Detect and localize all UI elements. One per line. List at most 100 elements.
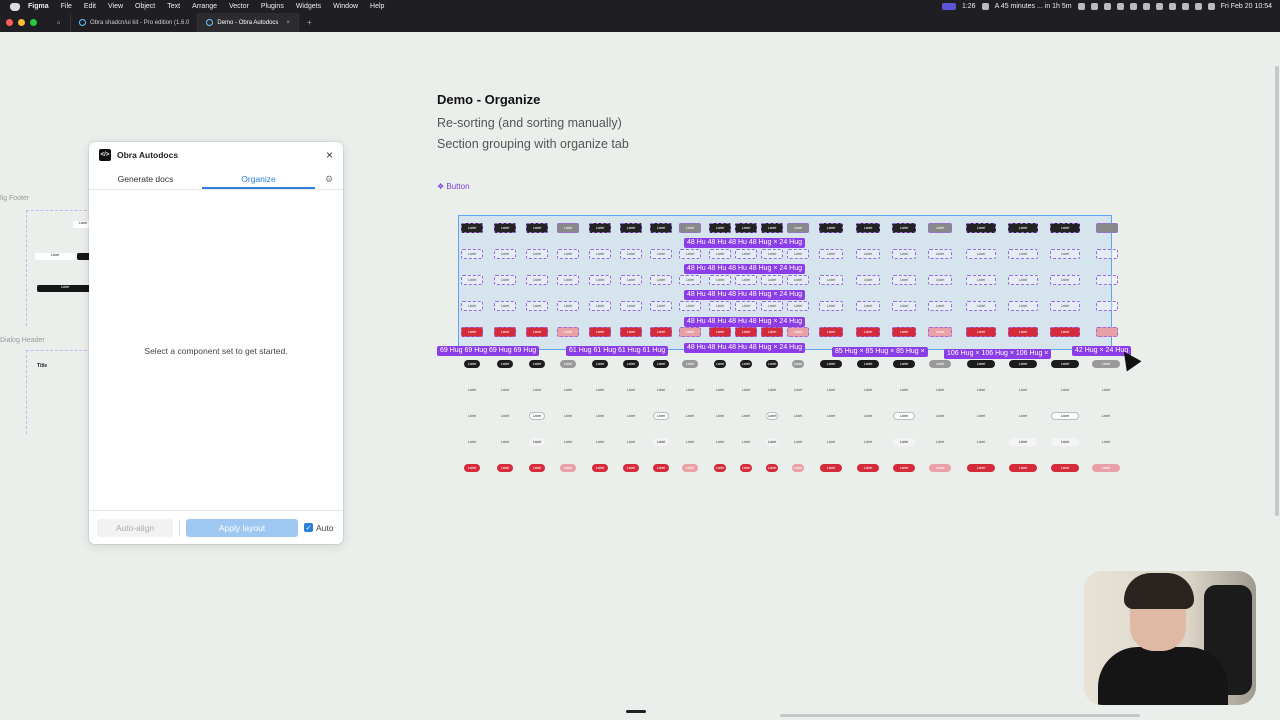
menu-help[interactable]: Help	[370, 3, 384, 10]
button-variant[interactable]: Label	[792, 464, 804, 472]
button-variant[interactable]: Label	[893, 360, 915, 368]
variant-cell[interactable]: Label	[679, 249, 701, 259]
button-variant[interactable]: Label	[592, 360, 608, 368]
button-variant[interactable]: Label	[820, 412, 842, 420]
button-variant[interactable]: Label	[766, 464, 778, 472]
variant-cell[interactable]: Label	[461, 249, 483, 259]
maximize-window-icon[interactable]	[30, 19, 37, 26]
button-variant[interactable]: Label	[1051, 360, 1079, 368]
cloud-icon[interactable]	[1142, 3, 1150, 10]
variant-cell[interactable]: Label	[461, 327, 483, 337]
button-variant[interactable]: Label	[682, 412, 698, 420]
button-variant[interactable]: Label	[1009, 412, 1037, 420]
variant-cell[interactable]: Label	[928, 275, 952, 285]
variant-cell[interactable]: Label	[1008, 301, 1038, 311]
variant-cell[interactable]: Label	[928, 249, 952, 259]
button-variant[interactable]: Label	[1051, 464, 1079, 472]
menu-plugins[interactable]: Plugins	[261, 3, 284, 10]
tab-generate-docs[interactable]: Generate docs	[89, 168, 202, 189]
variant-cell[interactable]: Label	[589, 327, 611, 337]
gear-icon[interactable]: ⚙	[315, 168, 343, 189]
variant-cell[interactable]: Label	[735, 223, 757, 233]
variant-cell[interactable]: Label	[892, 223, 916, 233]
button-variant[interactable]: Label	[766, 438, 778, 446]
variant-cell[interactable]	[1096, 223, 1118, 233]
variant-cell[interactable]: Label	[761, 249, 783, 259]
variant-cell[interactable]: Label	[557, 275, 579, 285]
button-variant[interactable]: Label	[623, 360, 639, 368]
button-variant[interactable]: Label	[529, 438, 545, 446]
variant-cell[interactable]: Label	[1050, 223, 1080, 233]
variant-cell[interactable]: Label	[928, 327, 952, 337]
bluetooth-icon[interactable]	[1155, 3, 1163, 10]
variant-cell[interactable]: Label	[819, 327, 843, 337]
variant-cell[interactable]: Label	[526, 301, 548, 311]
frame-label-dialog-header[interactable]: Dialog Header	[0, 337, 92, 344]
variant-cell[interactable]: Label	[966, 223, 996, 233]
tab-organize[interactable]: Organize	[202, 168, 315, 189]
variant-cell[interactable]: Label	[892, 301, 916, 311]
button-variant[interactable]: Label	[1051, 386, 1079, 394]
variant-cell[interactable]: Label	[966, 275, 996, 285]
variant-cell[interactable]: Label	[892, 275, 916, 285]
variant-cell[interactable]: Label	[735, 301, 757, 311]
variant-cell[interactable]: Label	[650, 327, 672, 337]
button-variant[interactable]: Label	[792, 412, 804, 420]
button-variant[interactable]: Label	[740, 412, 752, 420]
tab-demo-autodocs[interactable]: Demo - Obra Autodocs ×	[198, 13, 299, 32]
button-variant[interactable]: Label	[497, 360, 513, 368]
variant-cell[interactable]: Label	[735, 327, 757, 337]
variant-cell[interactable]: Label	[589, 301, 611, 311]
variant-cell[interactable]: Label	[856, 301, 880, 311]
variant-cell[interactable]: Label	[620, 275, 642, 285]
button-variant[interactable]: Label	[857, 412, 879, 420]
button-variant[interactable]: Label	[1092, 464, 1120, 472]
button-variant[interactable]: Label	[623, 386, 639, 394]
variant-cell[interactable]: Label	[650, 301, 672, 311]
variant-cell[interactable]: Label	[787, 223, 809, 233]
button-variant[interactable]: Label	[820, 438, 842, 446]
button-variant[interactable]: Label	[560, 360, 576, 368]
menu-vector[interactable]: Vector	[229, 3, 249, 10]
button-variant[interactable]: Label	[1009, 386, 1037, 394]
variant-cell[interactable]	[1096, 249, 1118, 259]
variant-cell[interactable]: Label	[494, 249, 516, 259]
variant-cell[interactable]: Label	[928, 223, 952, 233]
variant-cell[interactable]: Label	[856, 223, 880, 233]
button-variant[interactable]: Label	[714, 360, 726, 368]
button-variant[interactable]: Label	[893, 464, 915, 472]
variant-cell[interactable]: Label	[856, 327, 880, 337]
button-variant[interactable]: Label	[857, 360, 879, 368]
button-variant[interactable]: Label	[529, 412, 545, 420]
screen-record-icon[interactable]	[941, 3, 956, 10]
variant-cell[interactable]: Label	[620, 327, 642, 337]
button-variant[interactable]: Label	[792, 360, 804, 368]
button-variant[interactable]: Label	[967, 360, 995, 368]
tab-obra-kit[interactable]: Obra shadcn/ui kit - Pro edition (1.6.0	[71, 13, 199, 32]
button-variant[interactable]: Label	[1009, 438, 1037, 446]
variant-cell[interactable]	[1096, 275, 1118, 285]
button-variant[interactable]: Label	[464, 464, 480, 472]
variant-cell[interactable]: Label	[787, 327, 809, 337]
variant-cell[interactable]	[1096, 327, 1118, 337]
variant-cell[interactable]: Label	[461, 275, 483, 285]
menu-object[interactable]: Object	[135, 3, 155, 10]
button-variant[interactable]: Label	[893, 438, 915, 446]
variant-cell[interactable]: Label	[966, 327, 996, 337]
button-variant[interactable]: Label	[653, 412, 669, 420]
variant-cell[interactable]: Label	[856, 275, 880, 285]
variant-cell[interactable]: Label	[787, 249, 809, 259]
button-variant[interactable]: Label	[1051, 412, 1079, 420]
extension-icon[interactable]	[1077, 3, 1085, 10]
button-variant[interactable]: Label	[623, 464, 639, 472]
button-variant[interactable]: Label	[1092, 412, 1120, 420]
vertical-scrollbar[interactable]	[1275, 66, 1279, 516]
variant-cell[interactable]: Label	[892, 249, 916, 259]
control-center-icon[interactable]	[1207, 3, 1215, 10]
button-variant[interactable]: Label	[653, 464, 669, 472]
variant-cell[interactable]: Label	[461, 223, 483, 233]
button-variant[interactable]: Label	[792, 438, 804, 446]
horizontal-scrollbar[interactable]	[780, 714, 1140, 717]
menu-figma[interactable]: Figma	[28, 3, 49, 10]
auto-checkbox[interactable]: ✓ Auto	[304, 523, 334, 533]
